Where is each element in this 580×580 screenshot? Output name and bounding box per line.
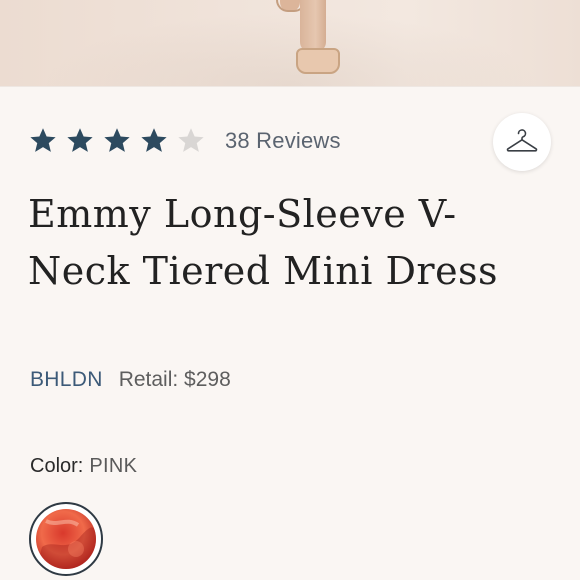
color-value: PINK [89,455,138,477]
star-icon [104,128,130,152]
color-row: Color: PINK [30,455,137,478]
color-label: Color: [30,455,84,477]
product-image[interactable] [0,0,580,86]
star-icon [141,128,167,152]
rating-row: 38 Reviews [28,122,341,160]
brand-price-row: BHLDN Retail: $298 [30,368,231,392]
product-title: Emmy Long-Sleeve V-Neck Tiered Mini Dres… [28,192,499,293]
product-image-leg [300,0,326,52]
image-divider [0,86,580,87]
star-icon [30,128,56,152]
hanger-icon [506,129,538,152]
star-icon [67,128,93,152]
add-to-closet-button[interactable] [493,113,551,171]
color-swatch-pink[interactable] [29,502,103,576]
swatch-image [36,509,96,569]
star-icon [178,128,204,152]
retail-price: Retail: $298 [118,368,231,391]
product-image-sandal [296,48,340,74]
reviews-link[interactable]: 38 Reviews [225,128,341,154]
star-rating[interactable] [28,126,213,156]
brand-link[interactable]: BHLDN [30,368,103,392]
product-image-shading [0,0,580,86]
